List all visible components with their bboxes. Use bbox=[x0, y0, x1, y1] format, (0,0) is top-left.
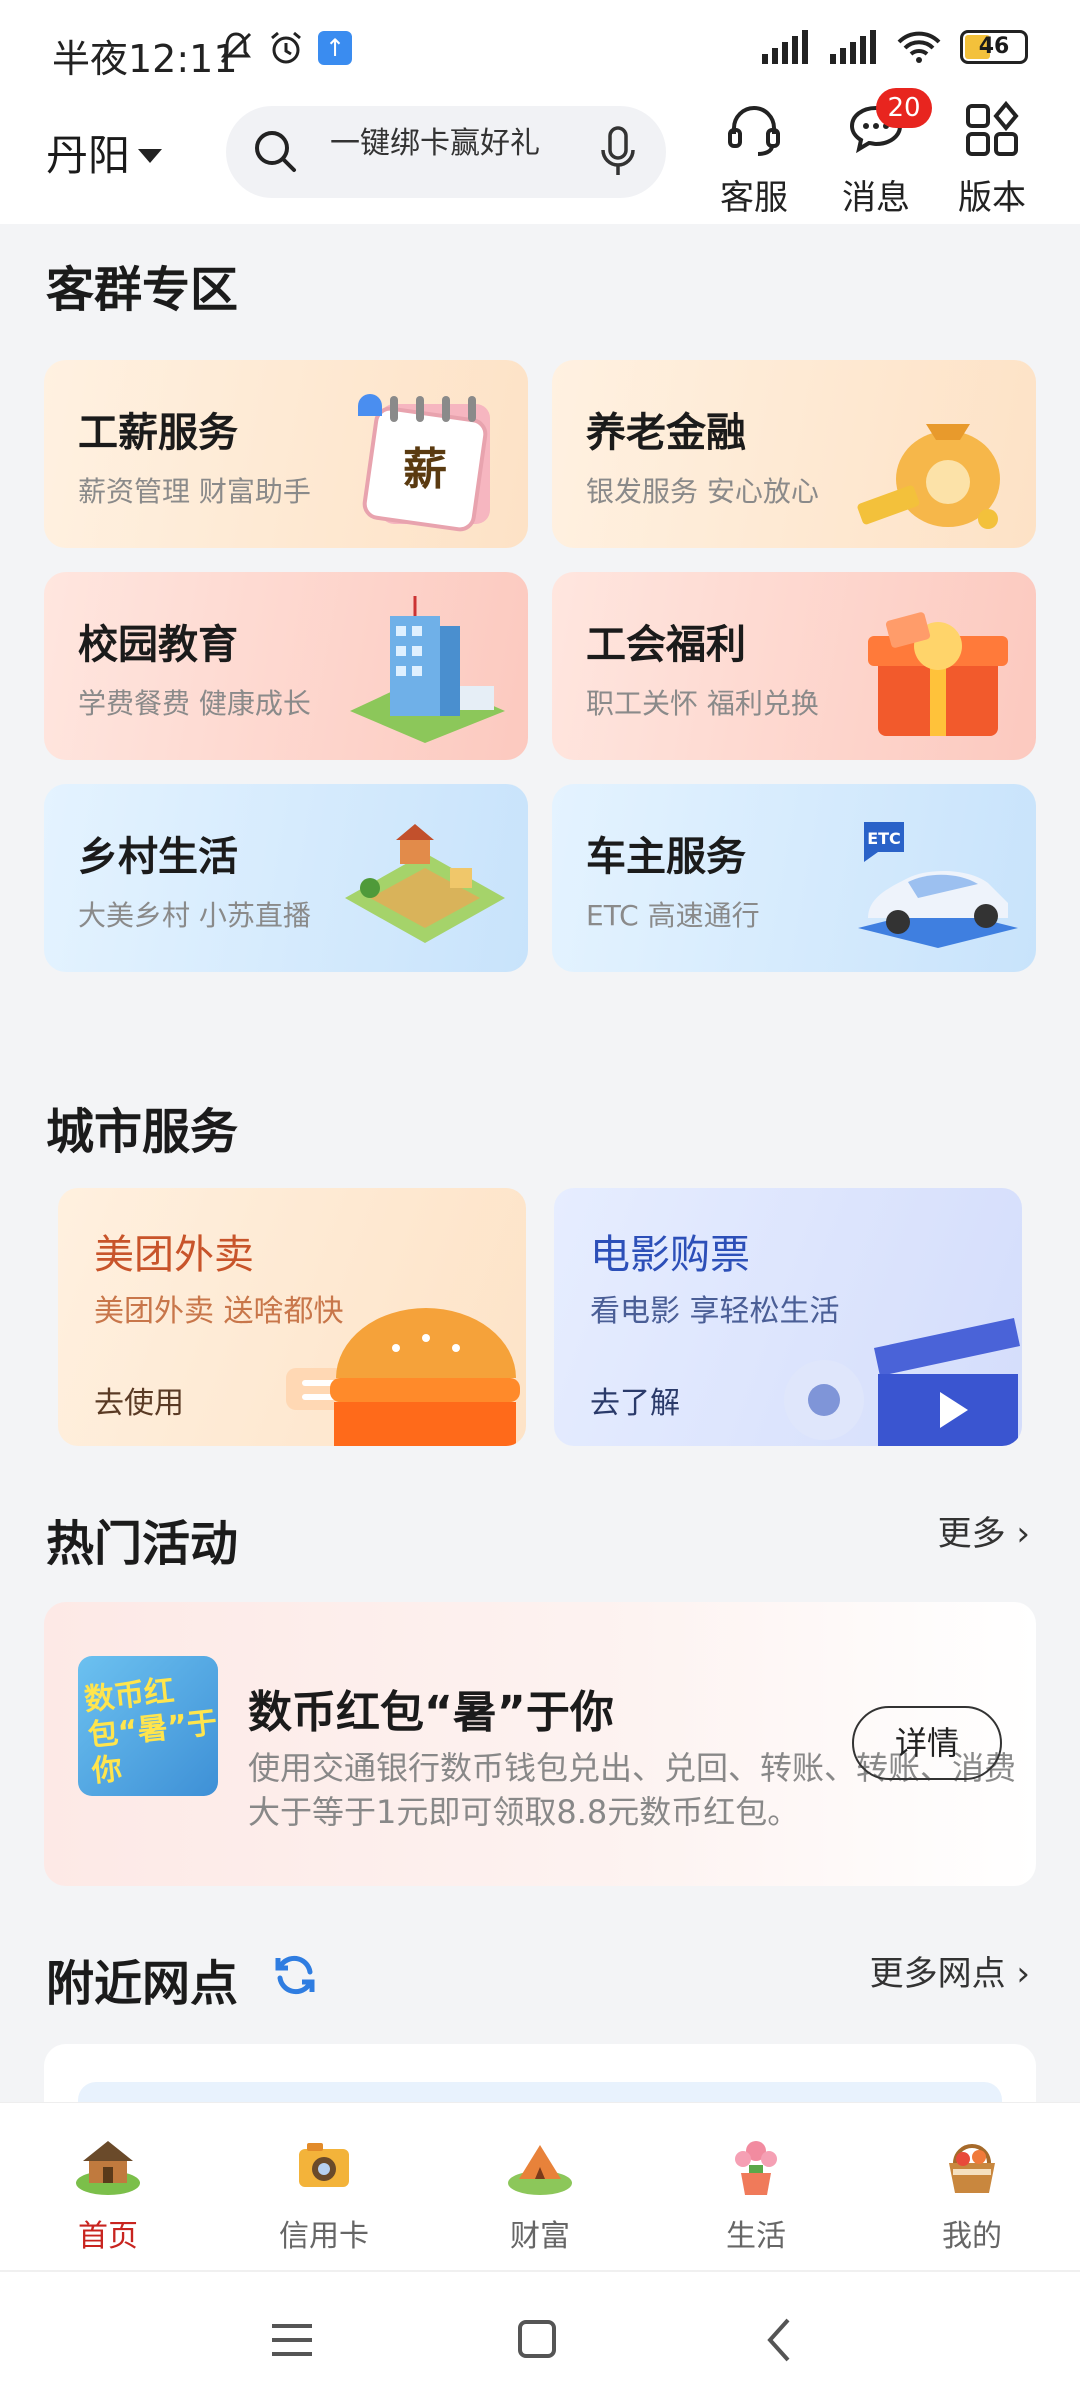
more-branches-label: 更多网点 bbox=[869, 1954, 1006, 1994]
money-bag-icon bbox=[857, 424, 1000, 529]
messages-label: 消息 bbox=[842, 178, 910, 218]
tab-wealth[interactable]: 财富 bbox=[470, 2133, 610, 2255]
nearby-branch-card[interactable] bbox=[44, 2044, 1036, 2122]
burger-icon bbox=[286, 1308, 520, 1446]
activity-thumbnail-text: 数币红包“暑”于你 bbox=[82, 1673, 218, 1790]
customer-zone-title: 客群专区 bbox=[46, 262, 239, 318]
home-square-icon[interactable] bbox=[506, 2312, 566, 2368]
city-services-title: 城市服务 bbox=[46, 1104, 239, 1160]
status-bar: 半夜12:11 ↑ 46 bbox=[0, 0, 1080, 100]
battery-icon: 46 bbox=[960, 30, 1028, 64]
activity-card-digital-red-packet[interactable]: 数币红包“暑”于你 数币红包“暑”于你 使用交通银行数币钱包兑出、兑回、转账、转… bbox=[44, 1602, 1036, 1886]
card-subtitle: 大美乡村 小苏直播 bbox=[78, 899, 311, 932]
wifi-icon bbox=[897, 31, 941, 63]
mine-icon bbox=[949, 2144, 995, 2193]
card-meituan-takeaway[interactable]: 美团外卖 美团外卖 送啥都快 去使用 bbox=[58, 1188, 526, 1446]
version-switch-icon bbox=[966, 100, 1019, 156]
version-button[interactable]: 版本 bbox=[944, 100, 1040, 220]
headset-icon bbox=[728, 106, 780, 156]
card-title: 电影购票 bbox=[590, 1232, 750, 1278]
alarm-icon bbox=[271, 31, 301, 64]
mute-bell-icon bbox=[220, 32, 252, 64]
activity-thumbnail: 数币红包“暑”于你 bbox=[78, 1656, 218, 1796]
tab-life[interactable]: 生活 bbox=[686, 2133, 826, 2255]
card-title: 车主服务 bbox=[586, 834, 746, 880]
calendar-salary-icon: 薪 bbox=[358, 394, 490, 532]
card-title: 工会福利 bbox=[586, 622, 746, 668]
card-salary-service[interactable]: 工薪服务 薪资管理 财富助手 薪 bbox=[44, 360, 528, 548]
chevron-right-icon: › bbox=[1016, 1514, 1030, 1554]
customer-service-label: 客服 bbox=[720, 178, 788, 218]
tab-credit-card[interactable]: 信用卡 bbox=[254, 2133, 394, 2255]
village-icon bbox=[345, 824, 505, 943]
card-title: 校园教育 bbox=[78, 622, 238, 668]
customer-service-button[interactable]: 客服 bbox=[706, 100, 802, 220]
status-icons-left: ↑ bbox=[218, 30, 352, 66]
clapperboard-icon bbox=[784, 1318, 1020, 1446]
version-label: 版本 bbox=[958, 178, 1026, 218]
card-action[interactable]: 去使用 bbox=[94, 1378, 184, 1422]
card-title: 美团外卖 bbox=[94, 1232, 254, 1278]
card-subtitle: 银发服务 安心放心 bbox=[586, 475, 819, 508]
tab-label: 我的 bbox=[942, 2219, 1002, 2254]
search-placeholder: 一键绑卡赢好礼 bbox=[330, 126, 540, 161]
card-action[interactable]: 去了解 bbox=[590, 1378, 680, 1422]
signal-hd-icon bbox=[830, 30, 876, 64]
bottom-navigation: 首页 信用卡 财富 生活 我的 bbox=[0, 2102, 1080, 2270]
refresh-icon[interactable] bbox=[272, 1952, 318, 1998]
search-bar[interactable]: 一键绑卡赢好礼 bbox=[226, 106, 666, 198]
salary-badge-text: 薪 bbox=[403, 444, 447, 495]
card-subtitle: 职工关怀 福利兑换 bbox=[586, 687, 819, 720]
card-movie-tickets[interactable]: 电影购票 看电影 享轻松生活 去了解 bbox=[554, 1188, 1022, 1446]
upload-notify-icon: ↑ bbox=[318, 31, 352, 65]
nearby-more-link[interactable]: 更多网点 › bbox=[870, 1946, 1030, 1995]
activity-title: 数币红包“暑”于你 bbox=[248, 1687, 614, 1738]
tab-label: 首页 bbox=[78, 2219, 138, 2254]
etc-tag-text: ETC bbox=[867, 829, 901, 848]
school-building-icon bbox=[350, 596, 505, 743]
tab-home[interactable]: 首页 bbox=[38, 2133, 178, 2255]
card-title: 工薪服务 bbox=[78, 410, 238, 456]
credit-card-icon bbox=[299, 2143, 349, 2187]
tab-label: 信用卡 bbox=[279, 2219, 369, 2254]
card-title: 乡村生活 bbox=[78, 834, 238, 880]
card-subtitle: ETC 高速通行 bbox=[586, 899, 760, 932]
card-car-owner-service[interactable]: 车主服务 ETC 高速通行 ETC bbox=[552, 784, 1036, 972]
system-navigation-bar bbox=[0, 2270, 1080, 2400]
hot-activities-more-link[interactable]: 更多 › bbox=[938, 1506, 1030, 1555]
status-icons-right: 46 bbox=[760, 30, 1028, 64]
city-label: 丹阳 bbox=[46, 131, 131, 180]
chevron-right-icon: › bbox=[1016, 1954, 1030, 1994]
back-icon[interactable] bbox=[750, 2312, 810, 2368]
search-icon bbox=[255, 131, 296, 172]
tab-label: 财富 bbox=[510, 2219, 570, 2254]
card-subtitle: 薪资管理 财富助手 bbox=[78, 475, 311, 508]
messages-button[interactable]: 20 消息 bbox=[828, 88, 932, 220]
signal-icon bbox=[762, 30, 808, 64]
microphone-icon[interactable] bbox=[600, 126, 636, 178]
life-icon bbox=[735, 2141, 777, 2195]
wealth-icon bbox=[508, 2145, 572, 2195]
card-pension-finance[interactable]: 养老金融 银发服务 安心放心 bbox=[552, 360, 1036, 548]
hot-activities-title: 热门活动 bbox=[46, 1516, 239, 1572]
caret-down-icon bbox=[138, 148, 163, 163]
car-etc-icon: ETC bbox=[858, 822, 1018, 948]
gift-box-icon bbox=[868, 612, 1008, 736]
nearby-branches-title: 附近网点 bbox=[46, 1956, 239, 2012]
more-label: 更多 bbox=[937, 1514, 1006, 1554]
card-union-welfare[interactable]: 工会福利 职工关怀 福利兑换 bbox=[552, 572, 1036, 760]
status-time: 半夜12:11 bbox=[52, 37, 238, 81]
city-selector[interactable]: 丹阳 bbox=[46, 122, 163, 183]
menu-icon[interactable] bbox=[262, 2312, 322, 2368]
tab-mine[interactable]: 我的 bbox=[902, 2133, 1042, 2255]
home-icon bbox=[76, 2141, 140, 2195]
card-rural-life[interactable]: 乡村生活 大美乡村 小苏直播 bbox=[44, 784, 528, 972]
tab-label: 生活 bbox=[726, 2219, 786, 2254]
card-campus-education[interactable]: 校园教育 学费餐费 健康成长 bbox=[44, 572, 528, 760]
message-count-badge: 20 bbox=[876, 88, 932, 128]
top-header: 丹阳 一键绑卡赢好礼 客服 20 消息 版本 bbox=[0, 88, 1080, 224]
card-subtitle: 学费餐费 健康成长 bbox=[78, 687, 311, 720]
card-title: 养老金融 bbox=[586, 410, 746, 456]
activity-detail-button[interactable]: 详情 bbox=[852, 1706, 1002, 1780]
